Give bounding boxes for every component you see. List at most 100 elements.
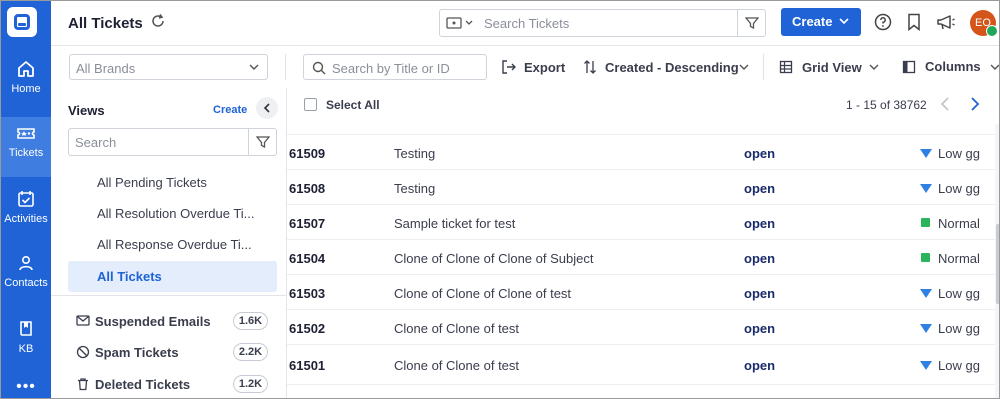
ticket-status[interactable]: open <box>744 181 775 196</box>
create-view-link[interactable]: Create <box>213 104 247 116</box>
create-button[interactable]: Create <box>781 8 861 36</box>
spam-tickets-item[interactable]: Spam Tickets 2.2K <box>76 343 271 363</box>
ticket-subject[interactable]: Clone of Clone of Clone of Subject <box>394 251 593 266</box>
table-row[interactable]: 61503 Clone of Clone of Clone of test op… <box>287 275 999 310</box>
trash-icon <box>78 378 88 391</box>
view-item[interactable]: All Pending Tickets <box>68 167 277 198</box>
ticket-status[interactable]: open <box>744 216 775 231</box>
scrollbar-thumb[interactable] <box>996 224 999 304</box>
ticket-subject[interactable]: Testing <box>394 146 435 161</box>
ticket-type-dropdown-icon[interactable] <box>446 16 476 30</box>
nav-contacts[interactable]: Contacts <box>1 247 51 307</box>
priority-normal-icon <box>921 253 930 262</box>
ticket-priority[interactable]: Low gg <box>938 146 980 161</box>
views-heading: Views <box>68 103 105 118</box>
ticket-search[interactable]: Search Tickets <box>439 9 766 37</box>
ticket-subject[interactable]: Clone of Clone of test <box>394 321 519 336</box>
create-button-label: Create <box>792 14 833 29</box>
ticket-status[interactable]: open <box>744 358 775 373</box>
list-scrollbar[interactable] <box>995 124 999 398</box>
table-row[interactable]: 61501 Clone of Clone of test open Low gg <box>287 345 999 385</box>
table-row[interactable]: 61502 Clone of Clone of test open Low gg <box>287 310 999 345</box>
bookmark-icon[interactable] <box>906 13 922 31</box>
home-icon <box>18 61 34 77</box>
count-badge: 2.2K <box>233 343 268 361</box>
suspended-emails-item[interactable]: Suspended Emails 1.6K <box>76 312 271 332</box>
left-nav: Home Tickets Activities Contacts KB ••• <box>1 1 51 398</box>
ticket-status[interactable]: open <box>744 146 775 161</box>
export-icon <box>502 60 516 74</box>
ticket-id[interactable]: 61501 <box>289 358 325 373</box>
nav-activities-label: Activities <box>4 213 48 225</box>
table-row[interactable]: 61508 Testing open Low gg <box>287 170 999 205</box>
nav-kb-label: KB <box>18 343 34 355</box>
ticket-priority[interactable]: Low gg <box>938 358 980 373</box>
views-panel: Views Create Search All Pending Tickets … <box>51 88 287 398</box>
chevron-left-icon[interactable] <box>940 97 950 111</box>
ticket-search-filter-button[interactable] <box>737 10 765 36</box>
ticket-priority[interactable]: Low gg <box>938 181 980 196</box>
ticket-id[interactable]: 61507 <box>289 216 325 231</box>
ticket-subject[interactable]: Clone of Clone of Clone of test <box>394 286 571 301</box>
online-status-icon <box>986 25 998 37</box>
brand-select[interactable]: All Brands <box>69 54 268 80</box>
toolbar-divider <box>763 54 764 80</box>
nav-contacts-label: Contacts <box>4 277 48 289</box>
chevron-right-icon[interactable] <box>970 97 980 111</box>
ticket-priority[interactable]: Low gg <box>938 321 980 336</box>
ticket-status[interactable]: open <box>744 251 775 266</box>
app-logo[interactable] <box>7 7 37 37</box>
view-item[interactable]: All Response Overdue Ti... <box>68 229 277 260</box>
ticket-id[interactable]: 61508 <box>289 181 325 196</box>
refresh-icon[interactable] <box>150 13 166 29</box>
deleted-tickets-item[interactable]: Deleted Tickets 1.2K <box>76 375 271 395</box>
grid-icon <box>779 60 793 74</box>
priority-low-icon <box>920 289 932 298</box>
ticket-id[interactable]: 61504 <box>289 251 325 266</box>
view-item-label: All Response Overdue Ti... <box>97 237 252 252</box>
help-icon[interactable] <box>874 13 892 31</box>
view-item-active[interactable]: All Tickets <box>68 261 277 292</box>
ticket-subject[interactable]: Testing <box>394 181 435 196</box>
ticket-priority[interactable]: Normal <box>938 251 980 266</box>
user-avatar[interactable]: EO <box>970 10 998 37</box>
priority-normal-icon <box>921 218 930 227</box>
columns-label: Columns <box>925 59 981 74</box>
collapse-panel-button[interactable] <box>256 97 278 119</box>
pagination-text: 1 - 15 of 38762 <box>846 98 927 112</box>
table-row[interactable]: 61507 Sample ticket for test open Normal <box>287 205 999 240</box>
list-toolbar: All Brands Search by Title or ID Export … <box>51 46 999 88</box>
ticket-subject[interactable]: Sample ticket for test <box>394 216 515 231</box>
view-item[interactable]: All Resolution Overdue Ti... <box>68 198 277 229</box>
table-row[interactable]: 61504 Clone of Clone of Clone of Subject… <box>287 240 999 275</box>
nav-activities[interactable]: Activities <box>1 183 51 243</box>
nav-home-label: Home <box>11 83 41 95</box>
count-badge: 1.2K <box>233 375 268 393</box>
nav-home[interactable]: Home <box>1 53 51 113</box>
select-all-checkbox[interactable] <box>304 98 317 111</box>
announcement-icon[interactable] <box>936 13 956 31</box>
ticket-id[interactable]: 61503 <box>289 286 325 301</box>
select-all-label[interactable]: Select All <box>326 98 380 112</box>
ticket-id[interactable]: 61509 <box>289 146 325 161</box>
more-icon[interactable]: ••• <box>1 379 51 395</box>
filter-icon <box>745 17 759 30</box>
chevron-down-icon <box>839 18 849 25</box>
title-id-search-placeholder: Search by Title or ID <box>332 61 450 76</box>
views-filter-button[interactable] <box>248 129 276 155</box>
priority-low-icon <box>920 149 932 158</box>
nav-kb[interactable]: KB <box>1 313 51 373</box>
ticket-status[interactable]: open <box>744 321 775 336</box>
table-row[interactable]: 61509 Testing open Low gg <box>287 135 999 170</box>
block-icon <box>76 345 90 359</box>
ticket-subject[interactable]: Clone of Clone of test <box>394 358 519 373</box>
sort-label: Created - Descending <box>605 60 739 75</box>
ticket-priority[interactable]: Low gg <box>938 286 980 301</box>
view-item-label: All Tickets <box>97 269 162 284</box>
views-search[interactable]: Search <box>68 128 277 156</box>
ticket-status[interactable]: open <box>744 286 775 301</box>
title-id-search[interactable]: Search by Title or ID <box>303 54 487 80</box>
nav-tickets[interactable]: Tickets <box>1 117 51 177</box>
ticket-id[interactable]: 61502 <box>289 321 325 336</box>
ticket-priority[interactable]: Normal <box>938 216 980 231</box>
